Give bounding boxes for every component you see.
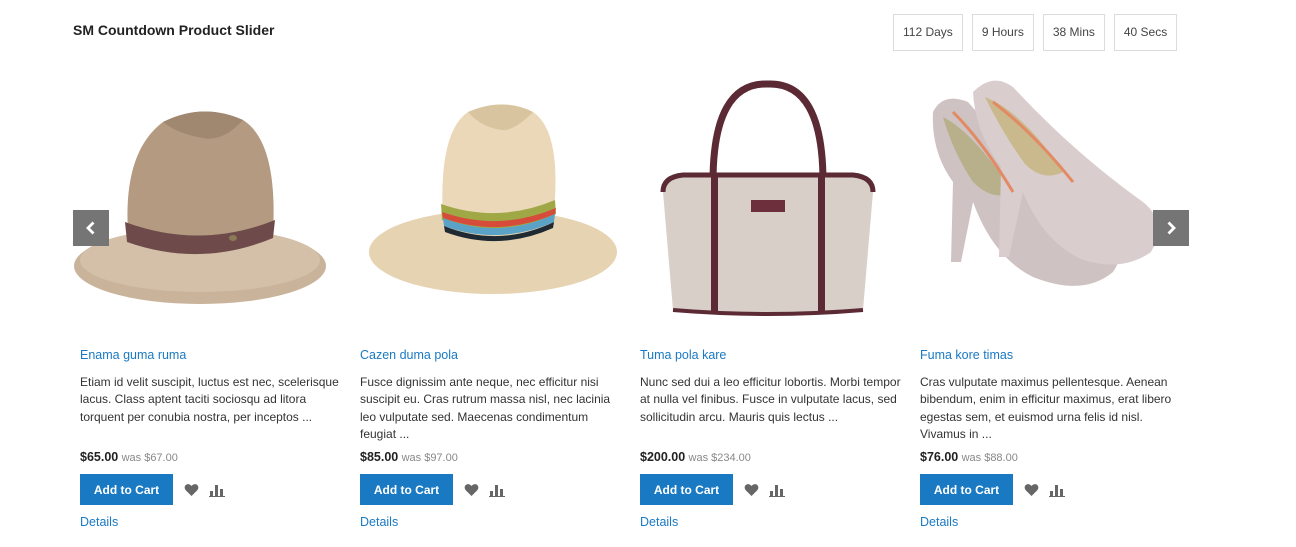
heart-icon[interactable] <box>182 481 200 499</box>
product-name-link[interactable]: Tuma pola kare <box>640 348 905 366</box>
countdown-timer: 112 Days 9 Hours 38 Mins 40 Secs <box>893 14 1178 51</box>
product-description: Nunc sed dui a leo efficitur lobortis. M… <box>640 375 901 424</box>
product-image-fedora[interactable] <box>353 72 627 327</box>
countdown-mins: 38 Mins <box>1042 14 1105 51</box>
add-to-cart-button[interactable]: Add to Cart <box>640 474 733 505</box>
heart-icon[interactable] <box>462 481 480 499</box>
details-link[interactable]: Details <box>360 515 625 529</box>
details-link[interactable]: Details <box>640 515 905 529</box>
bar-chart-icon[interactable] <box>488 481 506 499</box>
next-slide-button[interactable] <box>1153 210 1189 246</box>
bar-chart-icon[interactable] <box>768 481 786 499</box>
add-to-cart-button[interactable]: Add to Cart <box>360 474 453 505</box>
details-link[interactable]: Details <box>920 515 1185 529</box>
product-price: $200.00 <box>640 450 686 464</box>
product-slider: Enama guma ruma Etiam id velit suscipit,… <box>73 72 1193 547</box>
price-row: $65.00 was $67.00 <box>80 450 345 468</box>
price-row: $200.00 was $234.00 <box>640 450 905 468</box>
countdown-hours: 9 Hours <box>971 14 1034 51</box>
chevron-left-icon <box>86 221 95 235</box>
countdown-days: 112 Days <box>893 14 963 51</box>
heart-icon[interactable] <box>1022 481 1040 499</box>
old-price: was $97.00 <box>401 452 458 464</box>
price-row: $85.00 was $97.00 <box>360 450 625 468</box>
old-price: was $67.00 <box>121 452 178 464</box>
product-description: Fusce dignissim ante neque, nec efficitu… <box>360 375 611 442</box>
bar-chart-icon[interactable] <box>208 481 226 499</box>
product-description: Cras vulputate maximus pellentesque. Aen… <box>920 375 1172 442</box>
old-price: was $234.00 <box>688 452 751 464</box>
product-price: $65.00 <box>80 450 119 464</box>
product-name-link[interactable]: Enama guma ruma <box>80 348 345 366</box>
details-link[interactable]: Details <box>80 515 345 529</box>
add-to-cart-button[interactable]: Add to Cart <box>920 474 1013 505</box>
product-image-hat[interactable] <box>73 72 347 327</box>
countdown-secs: 40 Secs <box>1113 14 1178 51</box>
add-to-cart-button[interactable]: Add to Cart <box>80 474 173 505</box>
price-row: $76.00 was $88.00 <box>920 450 1185 468</box>
product-price: $76.00 <box>920 450 959 464</box>
product-price: $85.00 <box>360 450 399 464</box>
product-image-handbag[interactable] <box>633 72 907 327</box>
heart-icon[interactable] <box>742 481 760 499</box>
page-title: SM Countdown Product Slider <box>73 22 275 38</box>
product-description: Etiam id velit suscipit, luctus est nec,… <box>80 375 339 424</box>
old-price: was $88.00 <box>961 452 1018 464</box>
prev-slide-button[interactable] <box>73 210 109 246</box>
chevron-right-icon <box>1167 221 1176 235</box>
product-name-link[interactable]: Cazen duma pola <box>360 348 625 366</box>
product-image-heels[interactable] <box>913 72 1187 327</box>
bar-chart-icon[interactable] <box>1048 481 1066 499</box>
product-name-link[interactable]: Fuma kore timas <box>920 348 1185 366</box>
